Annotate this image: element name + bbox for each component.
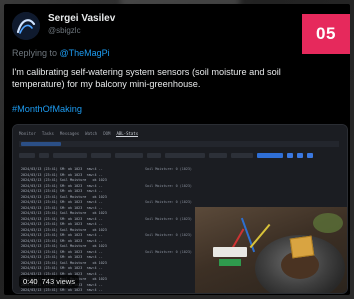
sensor-board [219,259,241,266]
tweet-text: I'm calibrating self-watering system sen… [12,67,281,90]
ide-tab[interactable]: Messages [60,131,79,137]
ide-toolbar [19,141,339,147]
hardware-photo [195,207,347,293]
video-time-badge: 0:40 743 views [19,275,79,288]
ide-tab[interactable]: ABL-Stats [116,131,139,137]
avatar-logo-icon [12,12,40,40]
breadboard [213,247,247,257]
replying-to: Replying to @TheMagPi [12,48,110,58]
tweet-card: Sergei Vasilev @sbigzlc 05 Replying to @… [4,4,350,295]
number-badge: 05 [302,14,350,54]
ide-tab[interactable]: DOM [103,131,110,137]
view-count: 743 views [41,277,75,286]
hashtag-link[interactable]: #MonthOfMaking [12,104,82,114]
ide-tab[interactable]: Tasks [42,131,54,137]
reply-prefix: Replying to [12,48,60,58]
serial-log-values: Soil Moisture: 0 (1023) Soil Moisture: 0… [145,167,192,254]
video-time: 0:40 [23,277,38,286]
tweet-header: Sergei Vasilev @sbigzlc [12,12,115,40]
author-info: Sergei Vasilev @sbigzlc [48,13,115,36]
display-name[interactable]: Sergei Vasilev [48,13,115,25]
ide-tabbar: Monitor Tasks Messages Watch DOM ABL-Stats [19,131,139,137]
ide-tab[interactable]: Monitor [19,131,36,137]
avatar[interactable] [12,12,40,40]
ide-controls [19,151,339,159]
user-handle[interactable]: @sbigzlc [48,25,115,36]
reply-mention-link[interactable]: @TheMagPi [60,48,110,58]
sensor-box [289,235,315,259]
ide-tab[interactable]: Watch [85,131,97,137]
toolbar-button [21,142,61,146]
video-media[interactable]: Monitor Tasks Messages Watch DOM ABL-Stats 20… [12,124,348,294]
log-line: 2024/03/13 (23:41) SM: ok 1023 raw:4 -- [21,288,103,292]
